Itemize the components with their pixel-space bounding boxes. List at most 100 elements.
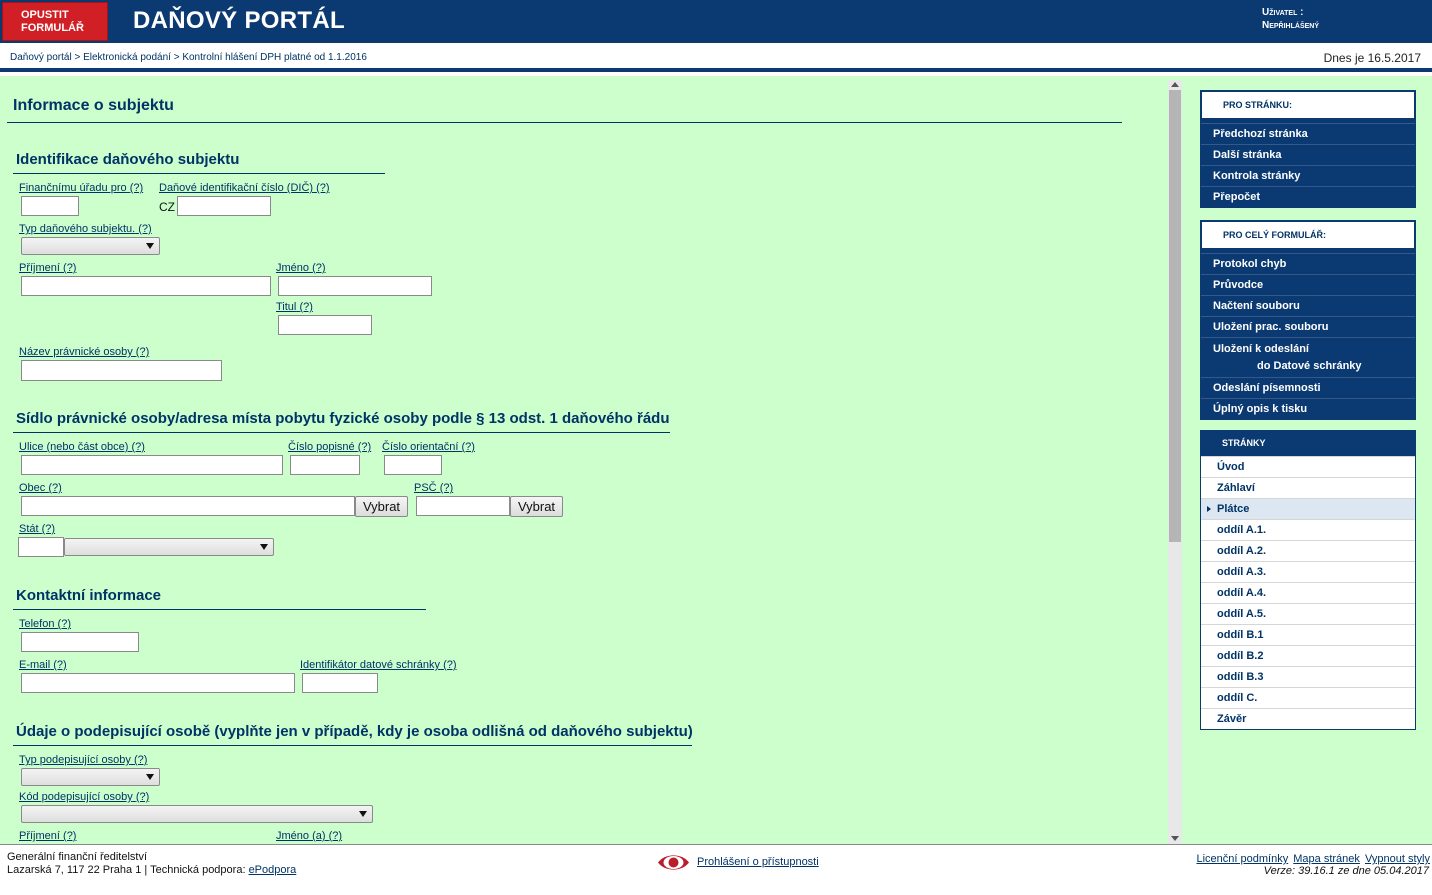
divider [13,609,426,610]
kod-podepisujici-select[interactable] [21,805,373,823]
divider [7,122,1122,123]
page-item-platce[interactable]: Plátce [1201,498,1415,519]
version-text: Verze: 39.16.1 ze dne 05.04.2017 [1263,865,1429,877]
save-databox-item[interactable]: Uložení k odeslání do Datové schránky [1201,337,1415,377]
email-input[interactable] [21,673,295,693]
today-date: Dnes je 16.5.2017 [1323,51,1421,65]
form-panel: Informace o subjektu Identifikace daňové… [0,76,1166,844]
cislo-popisne-label[interactable]: Číslo popisné (?) [288,441,371,453]
disable-styles-link[interactable]: Vypnout styly [1365,853,1430,865]
telefon-label[interactable]: Telefon (?) [19,618,71,630]
psc-input[interactable] [416,496,510,516]
save-databox-line1: Uložení k odeslání [1213,343,1309,355]
page-item-a3[interactable]: oddíl A.3. [1201,561,1415,582]
page-item-b2[interactable]: oddíl B.2 [1201,645,1415,666]
prijmeni-input[interactable] [21,276,271,296]
eye-icon [658,855,689,870]
license-link[interactable]: Licenční podmínky [1196,853,1288,865]
page-title: Informace o subjektu [13,97,174,114]
print-item[interactable]: Úplný opis k tisku [1201,398,1415,419]
footer-address: Lazarská 7, 117 22 Praha 1 | Technická p… [7,864,296,876]
prev-page-item[interactable]: Předchozí stránka [1201,123,1415,144]
typ-subjektu-select[interactable] [21,237,160,255]
page-item-a1[interactable]: oddíl A.1. [1201,519,1415,540]
financni-urad-label[interactable]: Finančnímu úřadu pro (?) [19,182,143,194]
financni-urad-input[interactable] [21,196,79,216]
psc-label[interactable]: PSČ (?) [414,482,453,494]
pages-title: Stránky [1201,431,1415,456]
nazev-pravnicke-label[interactable]: Název právnické osoby (?) [19,346,149,358]
page-item-a4[interactable]: oddíl A.4. [1201,582,1415,603]
prijmeni2-label[interactable]: Příjmení (?) [19,830,76,842]
user-info: Uživatel : Nepřihlášený [1262,6,1319,32]
exit-form-button[interactable]: OPUSTIT FORMULÁŘ [2,2,108,41]
cislo-orientacni-input[interactable] [384,455,442,475]
prijmeni-label[interactable]: Příjmení (?) [19,262,76,274]
scroll-up-icon[interactable] [1171,82,1179,87]
sitemap-link[interactable]: Mapa stránek [1293,853,1360,865]
divider [13,432,670,433]
page-item-b3[interactable]: oddíl B.3 [1201,666,1415,687]
guide-item[interactable]: Průvodce [1201,274,1415,295]
obec-input[interactable] [21,496,355,516]
typ-podepisujici-label[interactable]: Typ podepisující osoby (?) [19,754,147,766]
portal-title: DAŇOVÝ PORTÁL [133,7,345,34]
load-file-item[interactable]: Načtení souboru [1201,295,1415,316]
scroll-thumb[interactable] [1169,90,1181,542]
page-item-zaver[interactable]: Závěr [1201,708,1415,729]
email-label[interactable]: E-mail (?) [19,659,67,671]
chevron-down-icon [260,544,268,550]
ulice-label[interactable]: Ulice (nebo část obce) (?) [19,441,145,453]
accessibility-link[interactable]: Prohlášení o přístupnosti [697,856,819,868]
cislo-popisne-input[interactable] [290,455,360,475]
telefon-input[interactable] [21,632,139,652]
datova-schranka-input[interactable] [302,673,378,693]
page-item-uvod[interactable]: Úvod [1201,456,1415,477]
typ-subjektu-label[interactable]: Typ daňového subjektu. (?) [19,223,152,235]
dic-prefix: CZ [159,200,175,214]
page-item-b1[interactable]: oddíl B.1 [1201,624,1415,645]
typ-podepisujici-select[interactable] [21,768,160,786]
form-actions-panel: Pro celý formulář: Protokol chyb Průvodc… [1200,220,1416,420]
scroll-down-icon[interactable] [1171,836,1179,841]
kod-podepisujici-label[interactable]: Kód podepisující osoby (?) [19,791,149,803]
cislo-orientacni-label[interactable]: Číslo orientační (?) [382,441,475,453]
support-link[interactable]: ePodpora [249,864,297,876]
recalc-item[interactable]: Přepočet [1201,186,1415,207]
ulice-input[interactable] [21,455,283,475]
titul-input[interactable] [278,315,372,335]
next-page-item[interactable]: Další stránka [1201,144,1415,165]
save-work-file-item[interactable]: Uložení prac. souboru [1201,316,1415,337]
form-scrollbar[interactable] [1168,80,1182,844]
jmeno-input[interactable] [278,276,432,296]
datova-schranka-label[interactable]: Identifikátor datové schránky (?) [300,659,457,671]
nazev-pravnicke-textarea[interactable] [21,360,222,381]
error-log-item[interactable]: Protokol chyb [1201,253,1415,274]
pages-panel: Stránky Úvod Záhlaví Plátce oddíl A.1. o… [1200,430,1416,730]
jmeno-label[interactable]: Jméno (?) [276,262,326,274]
section-contact: Kontaktní informace [16,587,162,604]
titul-label[interactable]: Titul (?) [276,301,313,313]
psc-vybrat-button[interactable]: Vybrat [510,496,563,517]
stat-label[interactable]: Stát (?) [19,523,55,535]
dic-label[interactable]: Daňové identifikační číslo (DIČ) (?) [159,182,330,194]
page-item-c[interactable]: oddíl C. [1201,687,1415,708]
obec-label[interactable]: Obec (?) [19,482,62,494]
top-bar: OPUSTIT FORMULÁŘ DAŇOVÝ PORTÁL Uživatel … [0,0,1432,43]
breadcrumb[interactable]: Daňový portál > Elektronická podání > Ko… [10,52,367,63]
page-item-a2[interactable]: oddíl A.2. [1201,540,1415,561]
obec-vybrat-button[interactable]: Vybrat [355,496,408,517]
user-value: Nepřihlášený [1262,20,1320,31]
stat-select[interactable] [64,538,274,556]
dic-input[interactable] [177,196,271,216]
page-item-a5[interactable]: oddíl A.5. [1201,603,1415,624]
jmeno2-label[interactable]: Jméno (a) (?) [276,830,342,842]
breadcrumb-bar: Daňový portál > Elektronická podání > Ko… [0,43,1432,72]
stat-code-input[interactable] [18,537,64,557]
section-signer: Údaje o podepisující osobě (vyplňte jen … [16,723,693,740]
save-databox-line2: do Datové schránky [1257,360,1362,372]
page-actions-title: Pro stránku: [1201,91,1415,119]
submit-item[interactable]: Odeslání písemnosti [1201,377,1415,398]
page-item-zahlavi[interactable]: Záhlaví [1201,477,1415,498]
check-page-item[interactable]: Kontrola stránky [1201,165,1415,186]
